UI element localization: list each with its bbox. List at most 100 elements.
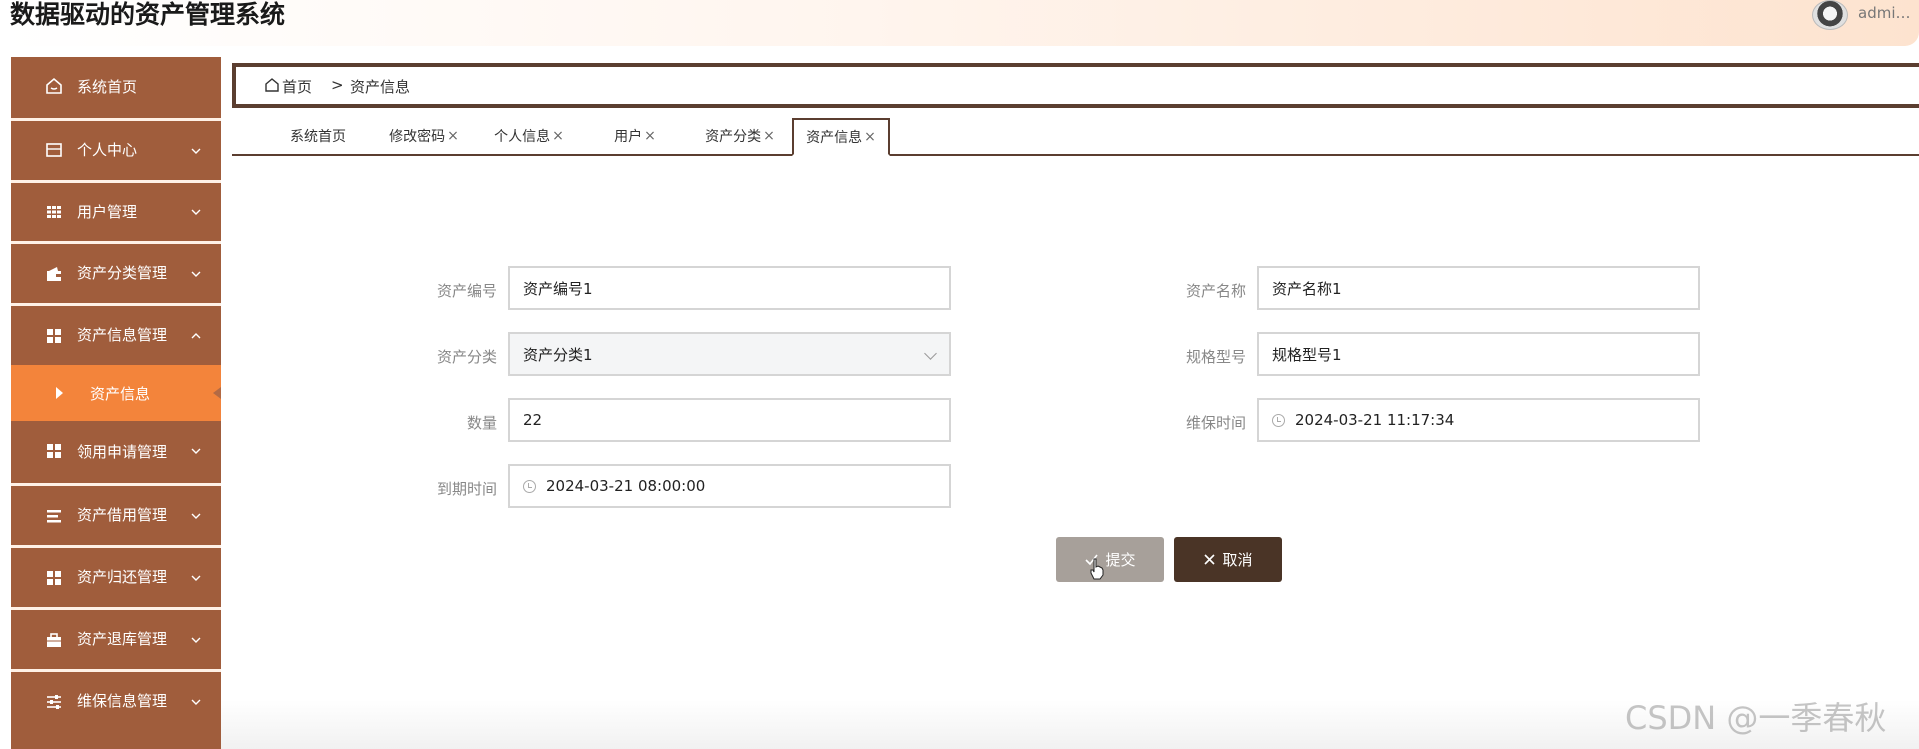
sidebar-item-home[interactable]: 系统首页 [11, 57, 221, 116]
spec-model-value: 规格型号1 [1272, 345, 1342, 364]
maintenance-time-label: 维保时间 [1185, 414, 1246, 432]
chevron-down-icon [191, 271, 201, 277]
tab-change-password[interactable]: 修改密码 × [384, 118, 464, 154]
sidebar-item-label: 用户管理 [77, 202, 138, 221]
chevron-down-icon [191, 575, 201, 581]
tab-label: 修改密码 [389, 129, 446, 145]
sidebar-item-return-management[interactable]: 资产归还管理 [11, 545, 221, 605]
sidebar-subitem-label: 资产信息 [90, 384, 151, 403]
close-icon[interactable]: × [864, 129, 876, 145]
maintenance-time-value: 2024-03-21 11:17:34 [1295, 411, 1455, 429]
card-icon [45, 141, 63, 159]
quantity-value: 22 [523, 411, 543, 429]
briefcase-icon [45, 631, 63, 649]
maintenance-time-picker[interactable]: 2024-03-21 11:17:34 [1257, 398, 1700, 442]
sidebar-item-maintenance-management[interactable]: 维保信息管理 [11, 669, 221, 729]
sidebar-item-retire-management[interactable]: 资产退库管理 [11, 607, 221, 667]
sliders-icon [45, 693, 63, 711]
cancel-button[interactable]: 取消 [1174, 537, 1282, 582]
chevron-down-icon [191, 209, 201, 215]
tab-asset-category[interactable]: 资产分类 × [700, 118, 780, 154]
submit-label: 提交 [1105, 551, 1136, 569]
tab-asset-info[interactable]: 资产信息 × [792, 118, 890, 156]
sidebar-item-label: 资产分类管理 [77, 264, 168, 282]
sidebar-item-label: 个人中心 [77, 141, 138, 159]
sidebar-item-label: 资产借用管理 [77, 506, 168, 524]
blocks-icon [45, 442, 63, 460]
blocks-icon [45, 569, 63, 587]
clock-icon [523, 479, 536, 493]
close-icon[interactable]: × [644, 128, 656, 144]
asset-code-label: 资产编号 [436, 282, 497, 300]
spec-model-input[interactable]: 规格型号1 [1257, 332, 1700, 376]
close-icon[interactable]: × [552, 128, 564, 144]
grid-icon [45, 203, 63, 221]
expiry-time-label: 到期时间 [436, 480, 497, 498]
sidebar-item-user-management[interactable]: 用户管理 [11, 180, 221, 239]
sidebar-item-label: 资产归还管理 [77, 568, 168, 586]
top-header: 数据驱动的资产管理系统 admi… [0, 0, 1919, 46]
submit-button[interactable]: 提交 [1056, 537, 1164, 582]
sidebar-item-borrow-management[interactable]: 资产借用管理 [11, 483, 221, 543]
close-icon[interactable]: × [447, 128, 459, 144]
tab-user[interactable]: 用户 × [595, 118, 675, 154]
asset-code-input[interactable]: 资产编号1 [508, 266, 951, 310]
chevron-down-icon [191, 448, 201, 454]
user-name[interactable]: admi… [1858, 4, 1911, 22]
sidebar-item-label: 维保信息管理 [77, 692, 168, 710]
tab-label: 资产分类 [705, 129, 762, 145]
asset-code-value: 资产编号1 [523, 279, 593, 298]
sidebar-item-label: 系统首页 [77, 78, 138, 96]
chevron-down-icon [191, 513, 201, 519]
chevron-down-icon [191, 148, 201, 154]
sidebar-item-personal-center[interactable]: 个人中心 [11, 118, 221, 178]
expiry-time-picker[interactable]: 2024-03-21 08:00:00 [508, 464, 951, 508]
tab-personal-info[interactable]: 个人信息 × [489, 118, 569, 154]
wallet-icon [45, 265, 63, 283]
sidebar-item-label: 领用申请管理 [77, 442, 168, 461]
sidebar: 系统首页 个人中心 用户管理 资产分类管理 资产信息管理 资产信息 领用申请管理… [11, 57, 221, 749]
caret-right-icon [56, 387, 63, 399]
home-icon [45, 77, 63, 95]
watermark: CSDN @一季春秋 [1625, 699, 1887, 737]
chevron-down-icon [191, 637, 201, 643]
app-title: 数据驱动的资产管理系统 [10, 0, 286, 29]
blocks-icon [45, 327, 63, 345]
tab-bar: 系统首页 修改密码 × 个人信息 × 用户 × 资产分类 × 资产信息 × [232, 118, 1919, 156]
close-icon [1204, 554, 1216, 565]
breadcrumb-home[interactable]: 首页 [282, 76, 312, 97]
sidebar-item-label: 资产信息管理 [77, 326, 168, 344]
user-avatar[interactable] [1812, 0, 1848, 30]
quantity-input[interactable]: 22 [508, 398, 951, 442]
quantity-label: 数量 [466, 414, 497, 432]
asset-category-value: 资产分类1 [523, 345, 593, 364]
expiry-time-value: 2024-03-21 08:00:00 [546, 477, 706, 495]
active-indicator [213, 387, 221, 399]
sidebar-item-asset-info-management[interactable]: 资产信息管理 [11, 303, 221, 363]
list-icon [45, 507, 63, 525]
asset-name-label: 资产名称 [1185, 282, 1246, 300]
tab-label: 个人信息 [494, 129, 551, 145]
asset-name-value: 资产名称1 [1272, 279, 1342, 298]
clock-icon [1272, 413, 1285, 427]
chevron-up-icon [191, 333, 201, 339]
chevron-down-icon [924, 347, 937, 360]
spec-model-label: 规格型号 [1185, 348, 1246, 366]
sidebar-item-requisition-management[interactable]: 领用申请管理 [11, 421, 221, 481]
close-icon[interactable]: × [763, 128, 775, 144]
asset-category-select[interactable]: 资产分类1 [508, 332, 951, 376]
cancel-label: 取消 [1222, 551, 1253, 569]
tab-label: 资产信息 [806, 130, 863, 146]
tab-system-home[interactable]: 系统首页 [278, 118, 358, 154]
tab-label: 用户 [614, 129, 643, 145]
sidebar-item-label: 资产退库管理 [77, 630, 168, 648]
sidebar-subitem-asset-info[interactable]: 资产信息 [11, 365, 221, 421]
home-icon[interactable] [264, 77, 280, 93]
asset-category-label: 资产分类 [436, 348, 497, 366]
sidebar-item-asset-category-management[interactable]: 资产分类管理 [11, 241, 221, 301]
breadcrumb-current: 资产信息 [350, 78, 411, 96]
tab-label: 系统首页 [290, 129, 346, 145]
asset-name-input[interactable]: 资产名称1 [1257, 266, 1700, 310]
breadcrumb-separator: > [331, 76, 344, 94]
chevron-down-icon [191, 699, 201, 705]
